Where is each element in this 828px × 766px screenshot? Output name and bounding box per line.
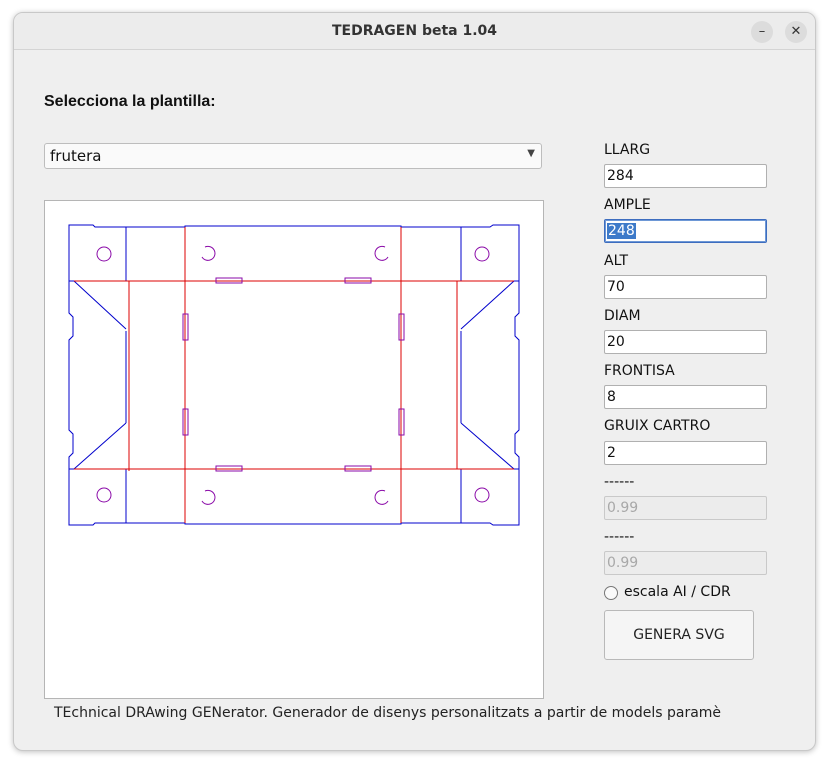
label-diam: DIAM [604,308,641,324]
chevron-down-icon: ▼ [527,148,535,159]
window-title: TEDRAGEN beta 1.04 [331,23,498,39]
ample-selected-text: 248 [607,223,636,239]
template-heading: Selecciona la plantilla: [44,93,216,110]
close-button[interactable]: ✕ [785,21,807,43]
app-window: TEDRAGEN beta 1.04 – ✕ Selecciona la pla… [13,12,816,751]
alt-input[interactable]: 70 [604,275,767,299]
ample-input[interactable]: 248 [604,219,767,243]
holes-and-slots [96,245,490,505]
drawing-preview [44,200,544,699]
label-gruix-cartro: GRUIX CARTRO [604,418,711,434]
template-select-value: frutera [50,147,102,165]
minimize-button[interactable]: – [751,21,773,43]
label-frontisa: FRONTISA [604,363,675,379]
label-extra-1: ------ [604,474,635,490]
status-text: TEchnical DRAwing GENerator. Generador d… [54,705,722,721]
frontisa-input[interactable]: 8 [604,385,767,409]
generate-svg-button[interactable]: GENERA SVG [604,610,754,660]
scale-radio-label[interactable]: escala AI / CDR [624,584,731,600]
cut-lines [68,224,520,526]
scale-radio[interactable] [604,586,618,600]
label-llarg: LLARG [604,142,651,158]
title-bar: TEDRAGEN beta 1.04 – ✕ [14,13,815,50]
extra-2-input: 0.99 [604,551,767,575]
template-select[interactable]: frutera ▼ [44,143,542,169]
diam-input[interactable]: 20 [604,330,767,354]
fold-lines [74,227,514,523]
label-alt: ALT [604,253,629,269]
box-template-drawing [68,224,520,526]
gruix-cartro-input[interactable]: 2 [604,441,767,465]
label-extra-2: ------ [604,529,635,545]
llarg-input[interactable]: 284 [604,164,767,188]
extra-1-input: 0.99 [604,496,767,520]
label-ample: AMPLE [604,197,651,213]
